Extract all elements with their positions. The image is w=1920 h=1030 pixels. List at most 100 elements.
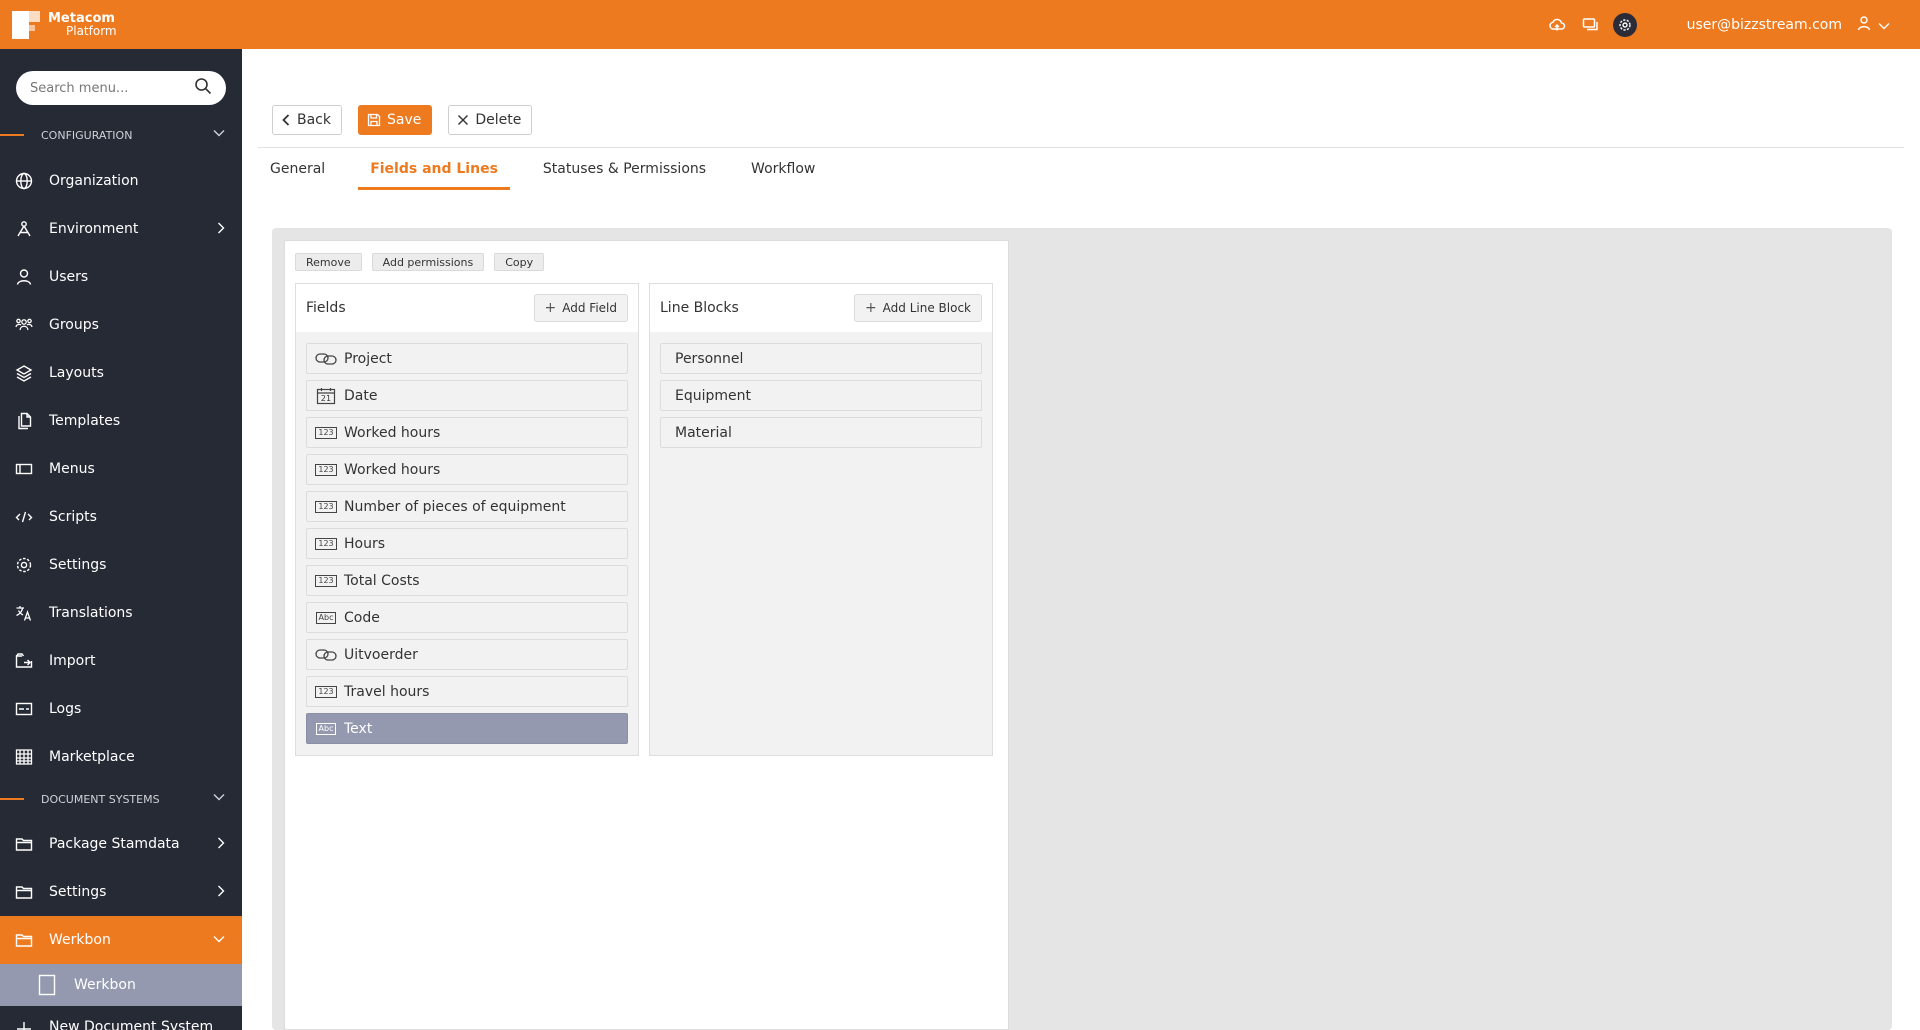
folder-icon [14, 930, 34, 950]
sidebar-item-menus[interactable]: Menus [0, 445, 242, 493]
sidebar-item-label: Translations [49, 605, 133, 621]
field-row-text[interactable]: Abc Text [306, 713, 628, 744]
sidebar-item-translations[interactable]: Translations [0, 589, 242, 637]
number-type-icon: 123 [315, 462, 337, 478]
action-bar: Remove Add permissions Copy [295, 253, 554, 271]
field-label: Worked hours [344, 424, 441, 441]
search-box[interactable] [16, 71, 226, 105]
section-marker [0, 798, 24, 800]
line-block-personnel[interactable]: Personnel [660, 343, 982, 374]
line-blocks-box: Line Blocks + Add Line Block Personnel E… [649, 283, 993, 756]
sidebar-item-environment[interactable]: Environment [0, 205, 242, 253]
add-field-button[interactable]: + Add Field [533, 294, 628, 322]
sidebar-subitem-label: Werkbon [74, 977, 136, 993]
tab-statuses-permissions[interactable]: Statuses & Permissions [531, 148, 718, 190]
field-row-pieces-of-equipment[interactable]: 123 Number of pieces of equipment [306, 491, 628, 522]
user-email[interactable]: user@bizzstream.com [1687, 17, 1842, 33]
field-row-date[interactable]: 21 Date [306, 380, 628, 411]
sidebar-item-templates[interactable]: Templates [0, 397, 242, 445]
text-type-icon: Abc [315, 610, 337, 626]
chevron-down-icon [212, 128, 226, 141]
line-block-equipment[interactable]: Equipment [660, 380, 982, 411]
sidebar-item-users[interactable]: Users [0, 253, 242, 301]
copy-button[interactable]: Copy [494, 253, 545, 271]
add-line-block-label: Add Line Block [882, 301, 971, 315]
document-icon [38, 974, 56, 996]
sidebar-item-label: Layouts [49, 365, 104, 381]
field-row-worked-hours[interactable]: 123 Worked hours [306, 417, 628, 448]
field-row-uitvoerder[interactable]: Uitvoerder [306, 639, 628, 670]
plus-icon: + [544, 300, 557, 316]
field-row-travel-hours[interactable]: 123 Travel hours [306, 676, 628, 707]
search-input[interactable] [30, 80, 180, 96]
import-icon [14, 651, 34, 671]
line-block-material[interactable]: Material [660, 417, 982, 448]
chat-icon[interactable] [1579, 13, 1603, 37]
sidebar-item-marketplace[interactable]: Marketplace [0, 733, 242, 781]
field-row-code[interactable]: Abc Code [306, 602, 628, 633]
sidebar-item-groups[interactable]: Groups [0, 301, 242, 349]
cloud-upload-icon[interactable] [1545, 13, 1569, 37]
brand-name: Metacom Platform [48, 12, 117, 38]
search-icon[interactable] [194, 77, 212, 99]
brand-logo[interactable]: Metacom Platform [12, 10, 117, 39]
save-button[interactable]: Save [358, 105, 433, 135]
section-marker [0, 134, 24, 136]
field-label: Code [344, 609, 380, 626]
tab-workflow[interactable]: Workflow [739, 148, 827, 190]
field-row-worked-hours-2[interactable]: 123 Worked hours [306, 454, 628, 485]
section-document-systems[interactable]: DOCUMENT SYSTEMS [0, 785, 242, 813]
chevron-down-icon [212, 932, 226, 948]
sidebar-item-label: Organization [49, 173, 139, 189]
delete-label: Delete [475, 112, 522, 128]
section-document-systems-label: DOCUMENT SYSTEMS [41, 792, 160, 806]
sidebar-item-label: Scripts [49, 509, 97, 525]
tab-general[interactable]: General [258, 148, 337, 190]
menus-icon [14, 459, 34, 479]
sidebar-item-logs[interactable]: Logs [0, 685, 242, 733]
toolbar: Back Save Delete [272, 105, 548, 135]
tab-fields-and-lines[interactable]: Fields and Lines [358, 148, 510, 190]
sidebar-item-label: Settings [49, 884, 107, 900]
field-row-hours[interactable]: 123 Hours [306, 528, 628, 559]
sidebar-item-import[interactable]: Import [0, 637, 242, 685]
sidebar-item-werkbon[interactable]: Werkbon [0, 916, 242, 964]
field-row-project[interactable]: Project [306, 343, 628, 374]
floppy-disk-icon [367, 113, 381, 127]
sidebar-item-label: Marketplace [49, 749, 135, 765]
back-button[interactable]: Back [272, 105, 342, 135]
section-configuration[interactable]: CONFIGURATION [0, 121, 242, 149]
sidebar-item-new-document-system[interactable]: New Document System [0, 1007, 242, 1030]
fields-box: Fields + Add Field Project 21 Date 123 W… [295, 283, 639, 756]
sidebar-item-doc-settings[interactable]: Settings [0, 868, 242, 916]
calendar-day: 21 [320, 393, 332, 403]
delete-button[interactable]: Delete [448, 105, 533, 135]
groups-icon [14, 315, 34, 335]
link-icon [315, 647, 337, 663]
sidebar-item-organization[interactable]: Organization [0, 157, 242, 205]
add-line-block-button[interactable]: + Add Line Block [853, 294, 982, 322]
user-icon [14, 267, 34, 287]
sidebar-item-label: Import [49, 653, 96, 669]
sidebar-item-label: Environment [49, 221, 139, 237]
plus-icon [14, 1019, 34, 1030]
logs-icon [14, 699, 34, 719]
remove-button[interactable]: Remove [295, 253, 362, 271]
field-label: Worked hours [344, 461, 441, 478]
sidebar-item-scripts[interactable]: Scripts [0, 493, 242, 541]
layers-icon [14, 363, 34, 383]
sidebar-item-layouts[interactable]: Layouts [0, 349, 242, 397]
add-permissions-button[interactable]: Add permissions [371, 253, 485, 271]
editor-area: Remove Add permissions Copy Fields + Add… [272, 228, 1892, 1030]
sidebar-subitem-werkbon[interactable]: Werkbon [0, 964, 242, 1006]
number-type-icon: 123 [315, 684, 337, 700]
fields-title: Fields [306, 300, 346, 316]
gear-icon[interactable] [1612, 12, 1637, 37]
number-type-icon: 123 [315, 536, 337, 552]
chevron-down-icon [212, 792, 226, 805]
user-menu[interactable] [1856, 15, 1890, 35]
field-row-total-costs[interactable]: 123 Total Costs [306, 565, 628, 596]
sidebar-item-package-stamdata[interactable]: Package Stamdata [0, 820, 242, 868]
sidebar-item-settings[interactable]: Settings [0, 541, 242, 589]
close-icon [458, 115, 469, 125]
